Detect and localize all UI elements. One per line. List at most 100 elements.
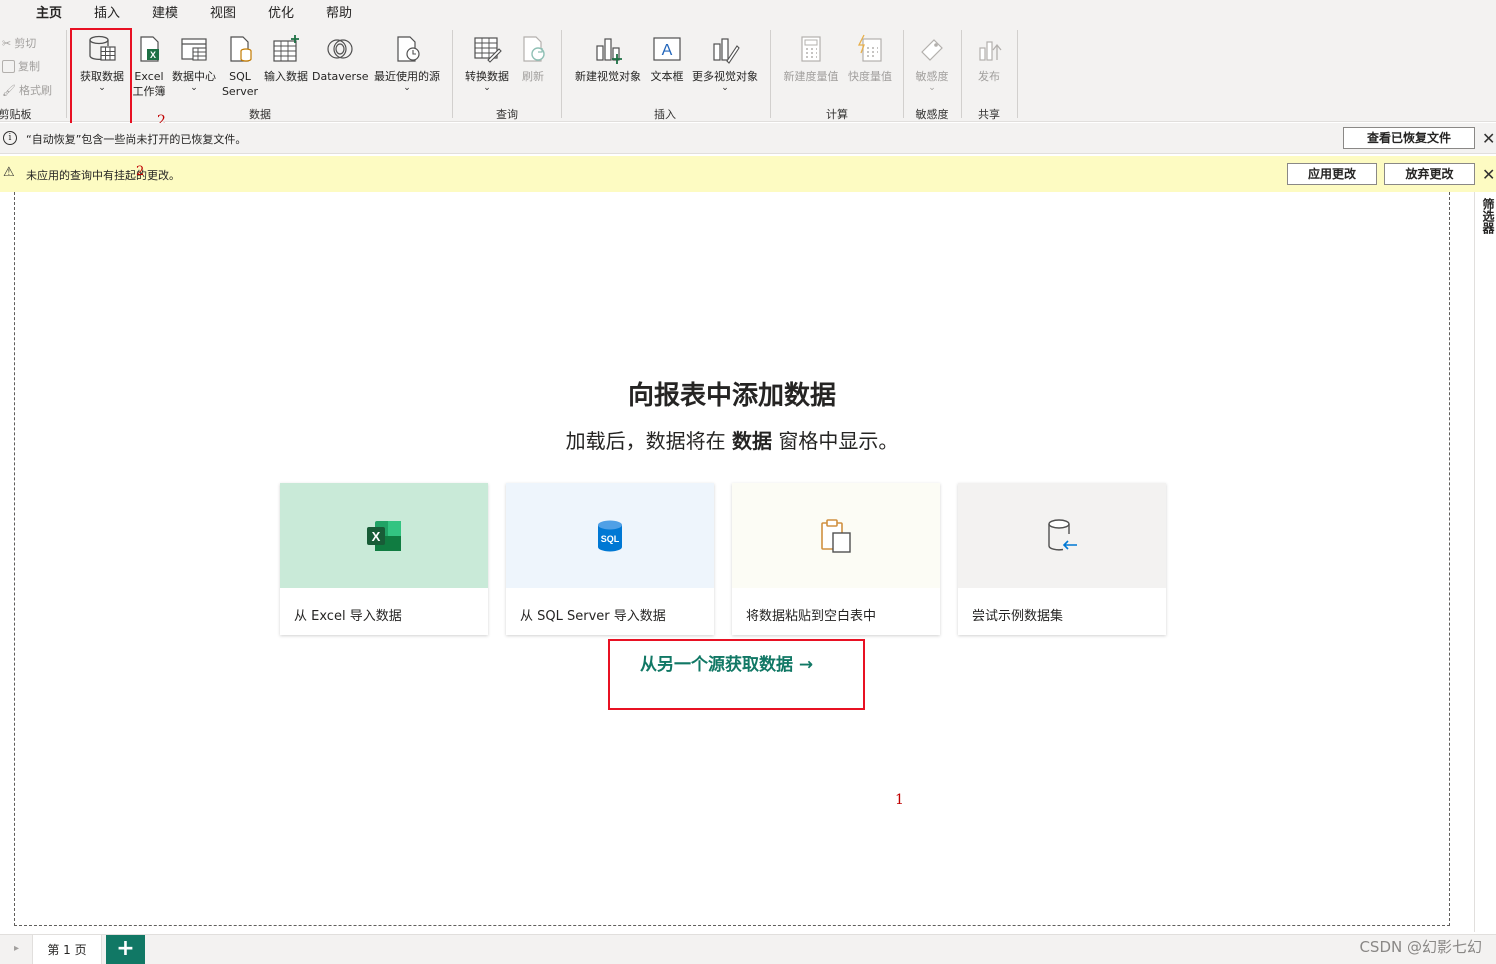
group-label-calc: 计算 <box>826 108 848 121</box>
text-box-icon: A <box>652 34 682 64</box>
transform-table-icon <box>472 34 502 64</box>
page-tab-bar: ▸ 第 1 页 + <box>0 934 1496 964</box>
copy-button[interactable]: 复制 <box>2 58 40 74</box>
recent-sources-button[interactable]: 最近使用的源 ⌄ <box>368 34 446 93</box>
info-icon: i <box>3 131 17 145</box>
filters-pane-collapsed[interactable]: 筛选器 <box>1474 192 1496 932</box>
chevron-down-icon: ⌄ <box>721 83 729 93</box>
card-label: 从 Excel 导入数据 <box>294 609 402 624</box>
excel-workbook-button[interactable]: X Excel 工作簿 <box>130 34 168 99</box>
highlight-get-other-source <box>608 639 865 710</box>
tab-help[interactable]: 帮助 <box>326 2 352 21</box>
close-icon[interactable]: ✕ <box>1482 165 1495 184</box>
group-label-clipboard: 剪贴板 <box>0 108 32 121</box>
add-data-title: 向报表中添加数据 <box>627 381 836 411</box>
data-hub-button[interactable]: 数据中心 ⌄ <box>168 34 220 93</box>
card-label: 从 SQL Server 导入数据 <box>520 609 666 624</box>
bar-chart-add-icon <box>593 34 623 64</box>
chevron-down-icon: ⌄ <box>928 83 936 93</box>
quick-calculator-icon <box>855 34 885 64</box>
filters-pane-label: 筛选器 <box>1481 198 1495 234</box>
card-header: SQL <box>506 483 714 588</box>
publish-button[interactable]: 发布 <box>968 34 1010 84</box>
ribbon-separator <box>770 30 771 118</box>
page-nav-arrow-icon[interactable]: ▸ <box>14 943 19 954</box>
card-header <box>732 483 940 588</box>
chevron-down-icon: ⌄ <box>403 83 411 93</box>
refresh-icon <box>518 34 548 64</box>
svg-text:A: A <box>662 42 673 59</box>
ribbon-separator <box>1017 30 1018 118</box>
sample-data-icon <box>1048 518 1077 551</box>
tab-modeling[interactable]: 建模 <box>152 2 178 21</box>
card-sql-import[interactable]: SQL 从 SQL Server 导入数据 <box>506 483 714 635</box>
tab-insert[interactable]: 插入 <box>94 2 120 21</box>
ribbon-separator <box>961 30 962 118</box>
svg-text:X: X <box>150 50 156 60</box>
ribbon-separator <box>903 30 904 118</box>
dataverse-button[interactable]: Dataverse <box>312 34 369 84</box>
transform-data-button[interactable]: 转换数据 ⌄ <box>461 34 513 93</box>
card-paste-data[interactable]: 将数据粘贴到空白表中 <box>732 483 940 635</box>
excel-file-icon: X <box>134 34 164 64</box>
enter-data-button[interactable]: 输入数据 <box>260 34 312 84</box>
card-excel-import[interactable]: X 从 Excel 导入数据 <box>280 483 488 635</box>
view-recovered-files-button[interactable]: 查看已恢复文件 <box>1343 127 1475 149</box>
table-add-icon <box>271 34 301 64</box>
ribbon-separator <box>66 30 67 118</box>
cut-button[interactable]: ✂ 剪切 <box>2 35 36 51</box>
group-label-sensitivity: 敏感度 <box>915 108 949 121</box>
discard-changes-button[interactable]: 放弃更改 <box>1384 163 1475 185</box>
add-page-button[interactable]: + <box>106 935 145 964</box>
ribbon-separator <box>452 30 453 118</box>
data-hub-icon <box>179 34 209 64</box>
card-label: 将数据粘贴到空白表中 <box>746 609 877 624</box>
tab-optimize[interactable]: 优化 <box>268 2 294 21</box>
card-label: 尝试示例数据集 <box>972 609 1064 624</box>
ribbon-tab-bar: 主页 插入 建模 视图 优化 帮助 <box>0 0 1496 25</box>
apply-changes-button[interactable]: 应用更改 <box>1287 163 1377 185</box>
tab-home[interactable]: 主页 <box>33 2 65 25</box>
watermark: CSDN @幻影七幻 <box>1359 938 1482 956</box>
new-visual-button[interactable]: 新建视觉对象 <box>570 34 646 84</box>
annotation-1: 1 <box>895 792 904 808</box>
pending-changes-message: 未应用的查询中有挂起的更改。 <box>26 169 180 182</box>
group-label-insert: 插入 <box>654 108 676 121</box>
more-visuals-button[interactable]: 更多视觉对象 ⌄ <box>688 34 762 93</box>
highlight-get-data <box>70 28 132 126</box>
refresh-button[interactable]: 刷新 <box>516 34 550 84</box>
tab-view[interactable]: 视图 <box>210 2 236 21</box>
publish-icon <box>974 34 1004 64</box>
more-visuals-icon <box>710 34 740 64</box>
recovery-message: “自动恢复”包含一些尚未打开的已恢复文件。 <box>26 133 247 146</box>
page-tab-1[interactable]: 第 1 页 <box>32 935 102 964</box>
group-label-query: 查询 <box>496 108 518 121</box>
new-measure-button[interactable]: 新建度量值 <box>780 34 842 84</box>
add-data-subtitle: 加载后，数据将在 数据 窗格中显示。 <box>565 429 899 453</box>
text-box-button[interactable]: A 文本框 <box>647 34 687 84</box>
sensitivity-icon <box>917 34 947 64</box>
card-header <box>958 483 1166 588</box>
group-label-data: 数据 <box>249 108 271 121</box>
format-painter-button[interactable]: 🖌 格式刷 <box>2 82 52 98</box>
chevron-down-icon: ⌄ <box>483 83 491 93</box>
card-header: X <box>280 483 488 588</box>
card-sample-dataset[interactable]: 尝试示例数据集 <box>958 483 1166 635</box>
group-label-share: 共享 <box>978 108 1000 121</box>
copy-icon <box>2 59 15 73</box>
ribbon: ✂ 剪切 复制 🖌 格式刷 剪贴板 获取数据 ⌄ X Excel 工作簿 数据中心 … <box>0 22 1496 122</box>
recovery-info-bar: i “自动恢复”包含一些尚未打开的已恢复文件。 查看已恢复文件 ✕ <box>0 123 1496 154</box>
sql-file-icon <box>225 34 255 64</box>
paste-icon <box>821 518 851 553</box>
quick-measure-button[interactable]: 快度量值 <box>844 34 896 84</box>
sensitivity-button[interactable]: 敏感度 ⌄ <box>910 34 954 93</box>
annotation-2-overlap: 2 <box>136 164 145 179</box>
warning-icon: ⚠ <box>3 165 15 180</box>
sql-server-button[interactable]: SQL Server <box>221 34 259 99</box>
brush-icon: 🖌 <box>2 83 16 97</box>
recent-file-icon <box>392 34 422 64</box>
sql-database-icon: SQL <box>598 520 622 551</box>
chevron-down-icon: ⌄ <box>190 83 198 93</box>
ribbon-separator <box>561 30 562 118</box>
close-icon[interactable]: ✕ <box>1482 129 1495 148</box>
